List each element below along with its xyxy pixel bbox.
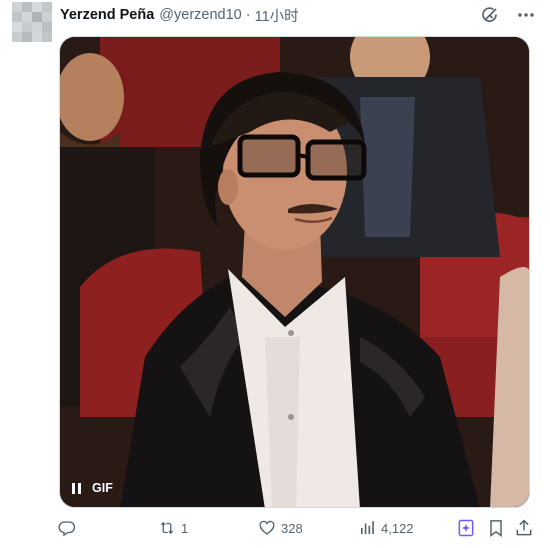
timestamp[interactable]: 11小时 <box>255 5 299 26</box>
bookmark-icon <box>490 520 502 537</box>
tweet-top-actions <box>480 4 536 26</box>
avatar[interactable] <box>12 2 52 42</box>
views-count: 4,122 <box>381 520 414 536</box>
gif-label: GIF <box>92 481 113 495</box>
reply-button[interactable] <box>58 516 81 540</box>
retweet-button[interactable]: 1 <box>158 516 188 540</box>
tweet: Yerzend Peña @yerzend10 · 11小时 GIF 1 328… <box>0 0 550 548</box>
tweet-actions: 1 328 4,122 <box>52 516 532 543</box>
separator-dot: · <box>245 7 251 23</box>
retweet-count: 1 <box>181 520 189 536</box>
bookmark-button[interactable] <box>486 518 506 543</box>
share-icon <box>516 519 532 536</box>
views-icon <box>361 521 374 534</box>
grok-sparkle-icon <box>458 519 474 537</box>
views-button[interactable]: 4,122 <box>358 516 414 540</box>
reply-icon <box>58 521 76 537</box>
heart-icon <box>259 520 275 535</box>
retweet-icon <box>160 521 174 535</box>
grok-explain-button[interactable] <box>456 518 476 543</box>
gif-media[interactable]: GIF <box>59 36 530 508</box>
more-icon[interactable] <box>516 5 536 25</box>
like-button[interactable]: 328 <box>258 516 303 540</box>
tweet-header: Yerzend Peña @yerzend10 · 11小时 <box>60 4 299 26</box>
share-button[interactable] <box>514 518 534 543</box>
grok-icon[interactable] <box>480 5 500 25</box>
like-count: 328 <box>281 520 303 536</box>
author-handle[interactable]: @yerzend10 <box>159 7 241 23</box>
gif-frame-image <box>60 37 529 507</box>
gif-controls: GIF <box>72 481 113 495</box>
author-name[interactable]: Yerzend Peña <box>60 7 154 23</box>
pause-icon[interactable] <box>72 482 82 494</box>
